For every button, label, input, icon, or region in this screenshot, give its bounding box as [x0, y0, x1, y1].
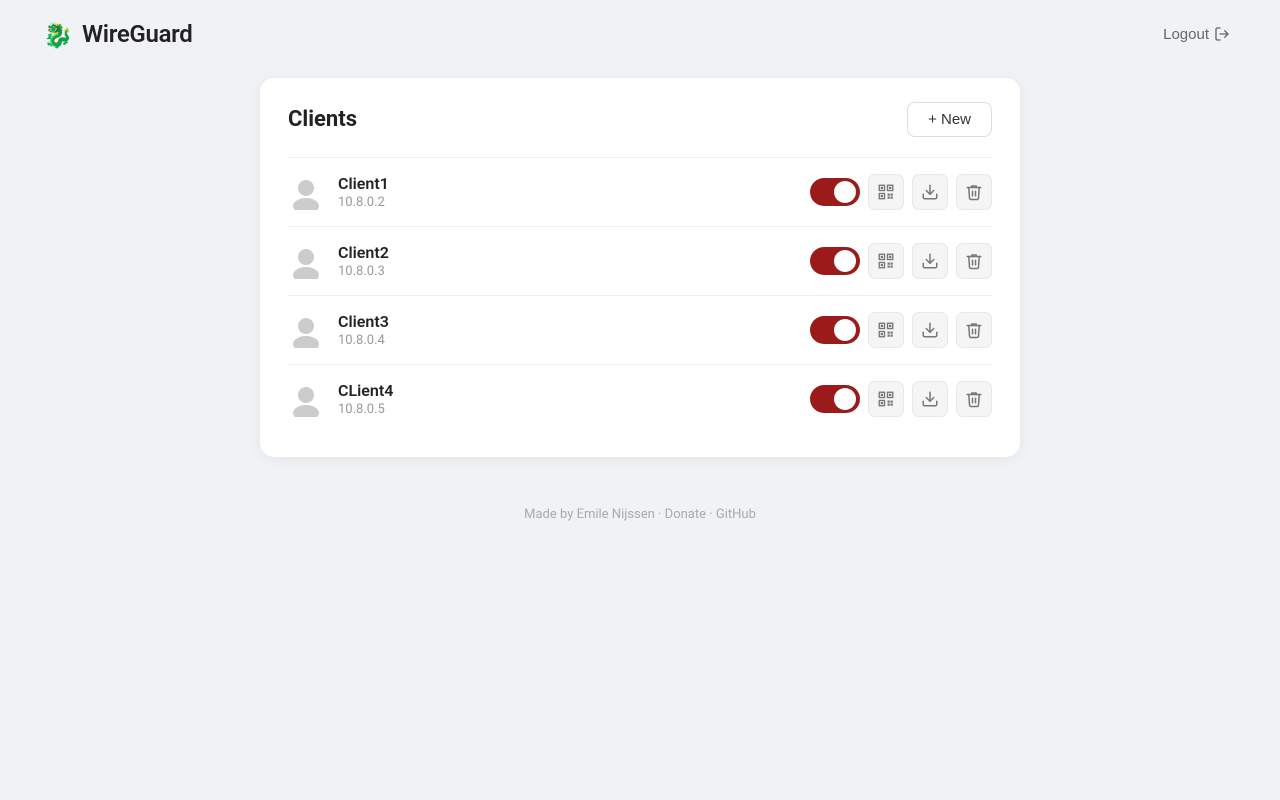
client-row: Client1 10.8.0.2 — [288, 157, 992, 226]
clients-card: Clients + New Client1 10.8.0.2 — [260, 78, 1020, 457]
client-name: Client2 — [338, 243, 796, 262]
delete-button[interactable] — [956, 381, 992, 417]
qr-icon — [877, 390, 895, 408]
client-info: Client3 10.8.0.4 — [338, 312, 796, 348]
qr-code-button[interactable] — [868, 243, 904, 279]
client-actions — [810, 174, 992, 210]
wireguard-logo-icon: 🐉 — [40, 18, 72, 50]
toggle-slider — [810, 316, 860, 344]
trash-icon — [965, 321, 983, 339]
app-title: WireGuard — [82, 20, 193, 48]
download-icon — [921, 183, 939, 201]
qr-code-button[interactable] — [868, 381, 904, 417]
download-button[interactable] — [912, 381, 948, 417]
download-icon — [921, 252, 939, 270]
client-name: CLient4 — [338, 381, 796, 400]
download-button[interactable] — [912, 312, 948, 348]
client-row: Client2 10.8.0.3 — [288, 226, 992, 295]
trash-icon — [965, 183, 983, 201]
qr-code-button[interactable] — [868, 312, 904, 348]
download-icon — [921, 321, 939, 339]
client-avatar-icon — [288, 312, 324, 348]
new-client-button[interactable]: + New — [907, 102, 992, 137]
logout-icon — [1214, 26, 1230, 42]
qr-code-button[interactable] — [868, 174, 904, 210]
footer-text: Made by Emile Nijssen · Donate · GitHub — [524, 507, 756, 522]
client-toggle[interactable] — [810, 385, 860, 413]
qr-icon — [877, 183, 895, 201]
download-button[interactable] — [912, 174, 948, 210]
client-toggle[interactable] — [810, 178, 860, 206]
trash-icon — [965, 390, 983, 408]
client-name: Client3 — [338, 312, 796, 331]
qr-icon — [877, 252, 895, 270]
client-ip: 10.8.0.4 — [338, 333, 796, 348]
main-content: Clients + New Client1 10.8.0.2 — [0, 68, 1280, 467]
client-row: Client3 10.8.0.4 — [288, 295, 992, 364]
client-toggle[interactable] — [810, 316, 860, 344]
client-actions — [810, 312, 992, 348]
card-header: Clients + New — [288, 102, 992, 137]
client-avatar-icon — [288, 174, 324, 210]
logo-area: 🐉 WireGuard — [40, 18, 193, 50]
client-info: CLient4 10.8.0.5 — [338, 381, 796, 417]
toggle-slider — [810, 178, 860, 206]
client-toggle[interactable] — [810, 247, 860, 275]
client-actions — [810, 381, 992, 417]
logout-label: Logout — [1163, 26, 1209, 43]
card-title: Clients — [288, 107, 357, 132]
download-icon — [921, 390, 939, 408]
client-ip: 10.8.0.3 — [338, 264, 796, 279]
toggle-slider — [810, 247, 860, 275]
client-info: Client2 10.8.0.3 — [338, 243, 796, 279]
trash-icon — [965, 252, 983, 270]
client-info: Client1 10.8.0.2 — [338, 174, 796, 210]
client-avatar-icon — [288, 381, 324, 417]
client-row: CLient4 10.8.0.5 — [288, 364, 992, 433]
qr-icon — [877, 321, 895, 339]
toggle-slider — [810, 385, 860, 413]
client-list: Client1 10.8.0.2 — [288, 157, 992, 433]
header: 🐉 WireGuard Logout — [0, 0, 1280, 68]
client-ip: 10.8.0.5 — [338, 402, 796, 417]
footer: Made by Emile Nijssen · Donate · GitHub — [0, 507, 1280, 522]
client-ip: 10.8.0.2 — [338, 195, 796, 210]
logout-button[interactable]: Logout — [1153, 20, 1240, 49]
client-name: Client1 — [338, 174, 796, 193]
client-avatar-icon — [288, 243, 324, 279]
svg-text:🐉: 🐉 — [43, 22, 72, 50]
download-button[interactable] — [912, 243, 948, 279]
delete-button[interactable] — [956, 243, 992, 279]
delete-button[interactable] — [956, 312, 992, 348]
client-actions — [810, 243, 992, 279]
delete-button[interactable] — [956, 174, 992, 210]
